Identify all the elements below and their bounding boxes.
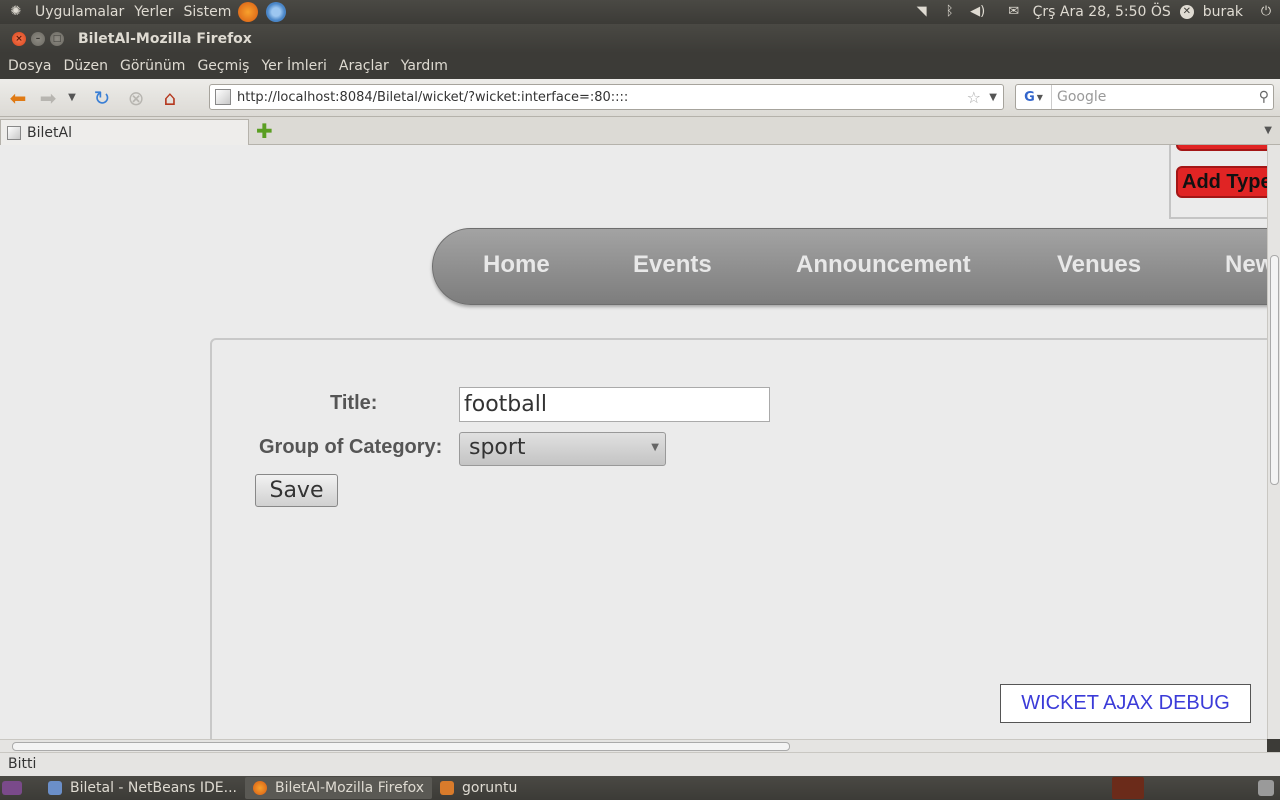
- mail-icon[interactable]: ✉: [1004, 2, 1024, 22]
- tab-title: BiletAl: [27, 124, 72, 141]
- taskbar-goruntu-label: goruntu: [462, 780, 518, 796]
- google-engine-icon[interactable]: G ▼: [1016, 85, 1052, 109]
- top-panel: ✺ Uygulamalar Yerler Sistem ◥ ᛒ ◀) ✉ Çrş…: [0, 0, 1280, 24]
- page-content: Add Type Home Events Announcement Venues…: [0, 145, 1267, 739]
- firefox-icon: [253, 781, 268, 795]
- title-input[interactable]: [459, 387, 770, 422]
- wifi-icon[interactable]: ◥: [912, 2, 932, 22]
- group-category-select[interactable]: sport ▼: [459, 432, 666, 466]
- menu-view[interactable]: Görünüm: [114, 58, 191, 74]
- search-box[interactable]: G ▼ Google ⚲: [1015, 84, 1274, 110]
- search-icon[interactable]: ⚲: [1259, 89, 1269, 105]
- minimize-window-icon[interactable]: –: [31, 31, 45, 46]
- url-bar[interactable]: http://localhost:8084/Biletal/wicket/?wi…: [209, 84, 1004, 110]
- taskbar-goruntu[interactable]: goruntu: [432, 777, 525, 799]
- menu-bookmarks[interactable]: Yer İmleri: [255, 58, 332, 74]
- nav-announcement[interactable]: Announcement: [796, 251, 971, 279]
- search-placeholder: Google: [1057, 89, 1107, 105]
- firefox-launcher-icon[interactable]: [238, 2, 259, 22]
- group-category-label: Group of Category:: [259, 436, 443, 458]
- horizontal-scrollbar[interactable]: [0, 739, 1267, 752]
- taskbar-firefox[interactable]: BiletAl-Mozilla Firefox: [245, 777, 433, 799]
- window-titlebar[interactable]: × – □ BiletAl-Mozilla Firefox: [0, 24, 1280, 53]
- vertical-scroll-thumb[interactable]: [1270, 255, 1279, 485]
- page-favicon-icon: [215, 89, 231, 105]
- menu-help[interactable]: Yardım: [395, 58, 454, 74]
- nav-news[interactable]: News: [1225, 251, 1267, 279]
- nav-events[interactable]: Events: [633, 251, 712, 279]
- firefox-tray-icon[interactable]: [1112, 777, 1144, 799]
- taskbar-netbeans[interactable]: Biletal - NetBeans IDE...: [40, 777, 245, 799]
- vertical-scrollbar[interactable]: [1267, 145, 1280, 739]
- tab-list-dropdown-icon[interactable]: ▼: [1264, 125, 1272, 136]
- new-tab-icon[interactable]: ✚: [256, 121, 273, 141]
- maximize-window-icon[interactable]: □: [50, 31, 64, 46]
- bottom-taskbar: Biletal - NetBeans IDE... BiletAl-Mozill…: [0, 776, 1280, 800]
- partial-red-button[interactable]: [1176, 145, 1267, 151]
- taskbar-firefox-label: BiletAl-Mozilla Firefox: [275, 780, 425, 796]
- tab-bar: BiletAl ✚ ▼: [0, 117, 1280, 145]
- reload-icon[interactable]: ↻: [87, 83, 117, 113]
- nav-home[interactable]: Home: [483, 251, 550, 279]
- navigation-toolbar: ⬅ ➡ ▼ ↻ ⊗ ⌂ http://localhost:8084/Bileta…: [0, 79, 1280, 117]
- close-window-icon[interactable]: ×: [12, 31, 26, 46]
- menu-history[interactable]: Geçmiş: [191, 58, 255, 74]
- menu-bar: Dosya Düzen Görünüm Geçmiş Yer İmleri Ar…: [0, 53, 1280, 79]
- netbeans-icon: [48, 781, 62, 795]
- trash-icon[interactable]: [1258, 780, 1274, 796]
- menu-edit[interactable]: Düzen: [58, 58, 115, 74]
- ubuntu-logo-icon[interactable]: ✺: [6, 2, 26, 22]
- menu-tools[interactable]: Araçlar: [333, 58, 395, 74]
- title-label: Title:: [330, 392, 378, 414]
- chromium-launcher-icon[interactable]: [266, 2, 287, 22]
- menu-file[interactable]: Dosya: [2, 58, 58, 74]
- history-dropdown-icon[interactable]: ▼: [63, 83, 81, 113]
- system-menu[interactable]: Sistem: [179, 4, 237, 20]
- forward-arrow-icon[interactable]: ➡: [33, 83, 63, 113]
- user-name[interactable]: burak: [1198, 4, 1248, 20]
- taskbar-netbeans-label: Biletal - NetBeans IDE...: [70, 780, 238, 796]
- main-nav-bar: Home Events Announcement Venues News: [432, 228, 1267, 305]
- group-category-value: sport: [469, 435, 526, 460]
- folder-icon: [440, 781, 455, 795]
- url-dropdown-icon[interactable]: ▼: [989, 92, 997, 103]
- places-menu[interactable]: Yerler: [129, 4, 178, 20]
- power-icon[interactable]: ⏻: [1256, 2, 1276, 22]
- bluetooth-icon[interactable]: ᛒ: [940, 2, 960, 22]
- back-arrow-icon[interactable]: ⬅: [3, 83, 33, 113]
- horizontal-scroll-thumb[interactable]: [12, 742, 790, 751]
- chevron-down-icon: ▼: [651, 442, 659, 453]
- wicket-ajax-debug-link[interactable]: WICKET AJAX DEBUG: [1000, 684, 1251, 723]
- nav-venues[interactable]: Venues: [1057, 251, 1141, 279]
- volume-icon[interactable]: ◀): [968, 2, 988, 22]
- user-status-icon[interactable]: ✕: [1179, 5, 1194, 19]
- status-bar: Bitti: [0, 752, 1280, 776]
- stop-icon[interactable]: ⊗: [121, 83, 151, 113]
- applications-menu[interactable]: Uygulamalar: [30, 4, 129, 20]
- tab-favicon-icon: [7, 125, 21, 140]
- url-text: http://localhost:8084/Biletal/wicket/?wi…: [237, 89, 629, 105]
- clock[interactable]: Çrş Ara 28, 5:50 ÖS: [1028, 4, 1176, 20]
- show-desktop-icon[interactable]: [2, 781, 22, 795]
- home-icon[interactable]: ⌂: [155, 83, 185, 113]
- save-button[interactable]: Save: [255, 474, 338, 507]
- add-type-button[interactable]: Add Type: [1176, 166, 1267, 198]
- tab-biletal[interactable]: BiletAl: [0, 119, 249, 145]
- window-title: BiletAl-Mozilla Firefox: [78, 30, 252, 47]
- bookmark-star-icon[interactable]: ☆: [967, 88, 981, 107]
